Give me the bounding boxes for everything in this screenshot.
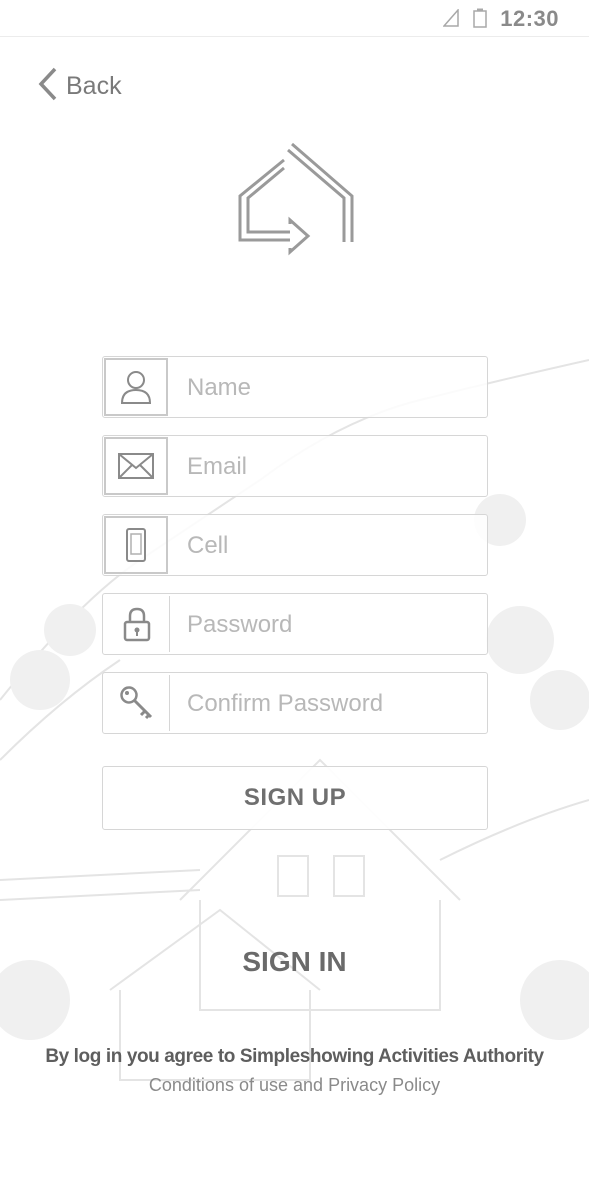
status-time: 12:30: [500, 6, 559, 31]
sign-up-button[interactable]: SIGN UP: [102, 766, 488, 830]
terms-links: Conditions of use and Privacy Policy: [0, 1075, 589, 1096]
back-label: Back: [66, 71, 122, 100]
confirm-password-field[interactable]: [102, 672, 488, 734]
cell-input[interactable]: [185, 525, 479, 567]
confirm-password-input[interactable]: [185, 683, 479, 725]
sign-in-link[interactable]: SIGN IN: [0, 946, 589, 978]
battery-icon: [473, 8, 487, 33]
password-input[interactable]: [185, 604, 479, 646]
phone-icon: [104, 516, 168, 574]
signal-icon: [442, 8, 459, 32]
email-input[interactable]: [185, 446, 479, 488]
cell-field[interactable]: [102, 514, 488, 576]
chevron-left-icon: [38, 67, 58, 106]
terms-text: By log in you agree to Simpleshowing Act…: [45, 1046, 544, 1067]
house-arrow-logo: [234, 140, 356, 263]
terms-and-text: and: [293, 1075, 324, 1095]
conditions-of-use-link[interactable]: Conditions of use: [149, 1075, 288, 1095]
user-icon: [104, 358, 168, 416]
lock-icon: [105, 596, 170, 652]
status-bar: 12:30: [0, 0, 589, 37]
privacy-policy-link[interactable]: Privacy Policy: [328, 1075, 440, 1095]
name-input[interactable]: [185, 367, 479, 409]
email-field[interactable]: [102, 435, 488, 497]
key-icon: [105, 675, 170, 731]
password-field[interactable]: [102, 593, 488, 655]
envelope-icon: [104, 437, 168, 495]
back-button[interactable]: Back: [38, 66, 122, 106]
name-field[interactable]: [102, 356, 488, 418]
